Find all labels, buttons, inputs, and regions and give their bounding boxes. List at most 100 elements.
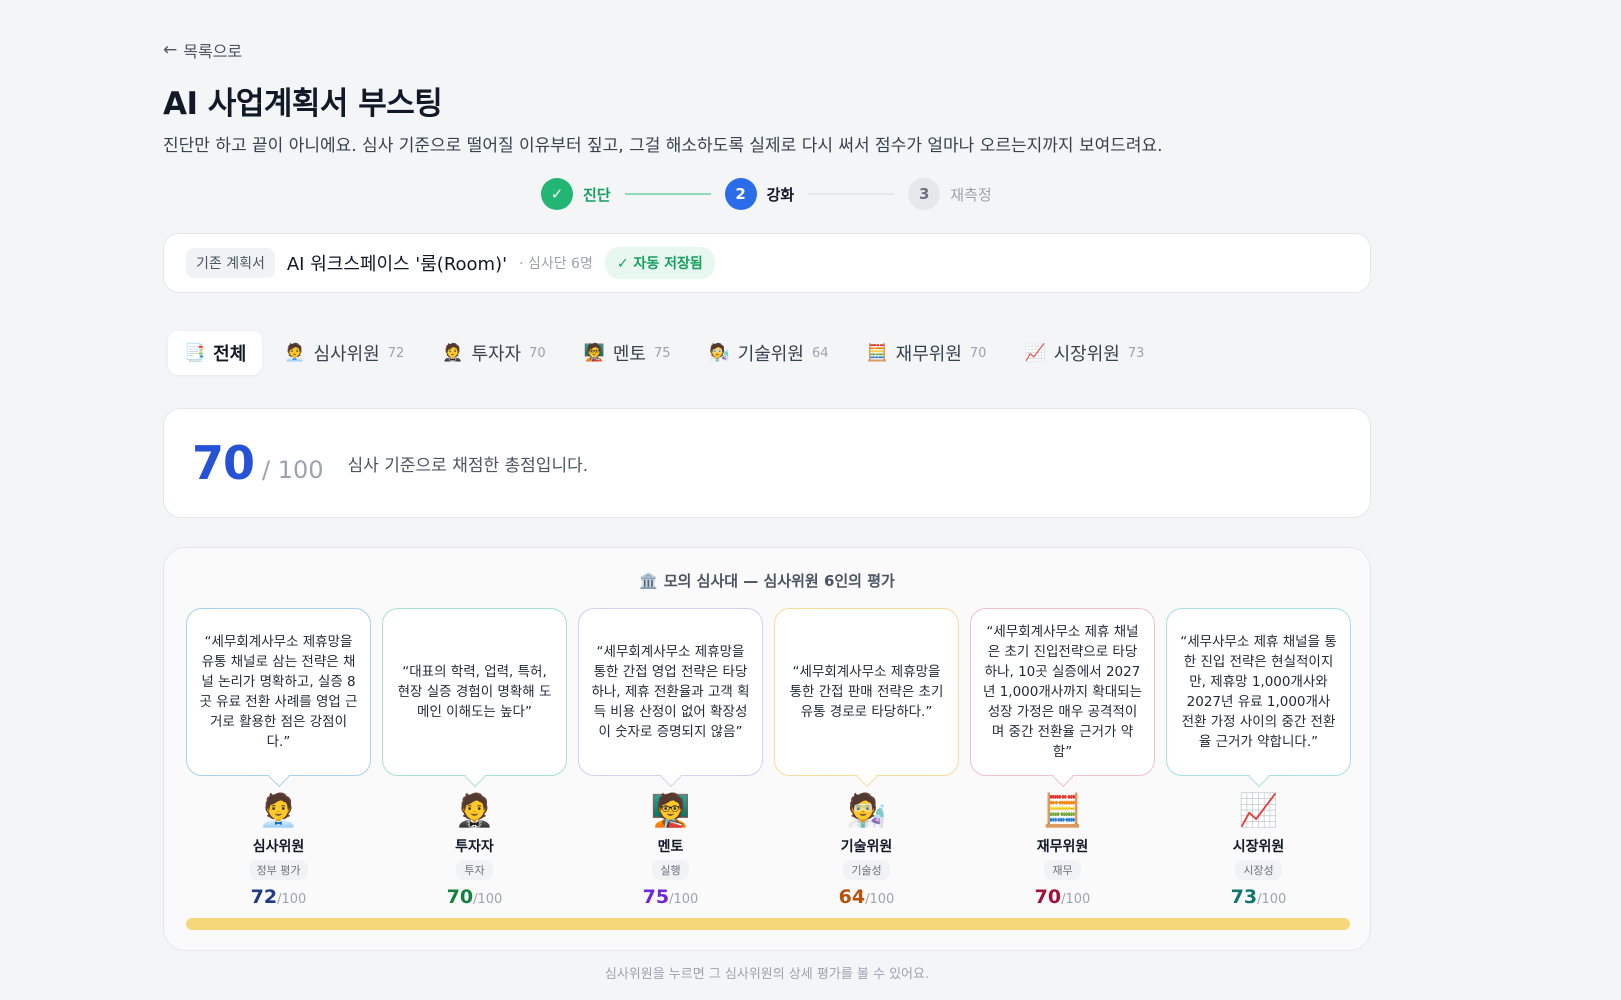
judge-role-badge: 투자 — [456, 860, 493, 880]
judge-avatar-icon: 🧑‍💼 — [258, 791, 299, 829]
tab-score: 70 — [529, 345, 546, 361]
chart-up-icon: 📈 — [1024, 343, 1046, 363]
page-description: 진단만 하고 끝이 아니에요. 심사 기준으로 떨어질 이유부터 짚고, 그걸 … — [163, 136, 1163, 156]
total-score: 70 — [192, 436, 255, 490]
step-remeasure[interactable]: 3 재측정 — [908, 178, 992, 210]
tab-investor[interactable]: 🤵 투자자 70 — [426, 331, 561, 375]
score-total: / 100 — [262, 456, 324, 484]
autosave-badge: ✓ 자동 저장됨 — [604, 247, 715, 279]
judge-score-max: /100 — [1061, 892, 1091, 907]
judge-card[interactable]: “대표의 학력, 업력, 특허, 현장 실증 경험이 명확해 도메인 이해도는 … — [382, 608, 567, 908]
judge-role-badge: 기술성 — [843, 860, 890, 880]
step-label: 재측정 — [950, 185, 992, 204]
footnote: 심사위원을 누르면 그 심사위원의 상세 평가를 볼 수 있어요. — [604, 967, 930, 982]
stepper: ✓ 진단 2 강화 3 재측정 — [541, 177, 992, 211]
judge-quote: “대표의 학력, 업력, 특허, 현장 실증 경험이 명확해 도메인 이해도는 … — [382, 608, 567, 776]
step-label: 강화 — [766, 185, 795, 204]
tab-market[interactable]: 📈 시장위원 73 — [1008, 331, 1160, 375]
judge-card[interactable]: “세무회계사무소 제휴망을 통한 간접 영업 전략은 타당하나, 제휴 전환율과… — [578, 608, 763, 908]
back-link[interactable]: ← 목록으로 — [163, 38, 242, 62]
judge-score-value: 73 — [1230, 886, 1258, 908]
tab-score: 75 — [653, 345, 671, 361]
judge-name: 재무위원 — [1036, 839, 1089, 855]
panel-progress-bar — [186, 918, 1350, 930]
judge-avatar-icon: 🧮 — [1042, 791, 1083, 829]
judge-quote: “세무회계사무소 제휴망을 유통 채널로 삼는 전략은 채널 논리가 명확하고,… — [186, 608, 371, 776]
tab-label: 재무위원 — [895, 344, 962, 365]
judge-name: 멘토 — [657, 839, 684, 855]
step-number: 2 — [724, 178, 757, 210]
judge-quote: “세무회계사무소 제휴망을 통한 간접 영업 전략은 타당하나, 제휴 전환율과… — [578, 608, 763, 776]
tab-label: 시장위원 — [1053, 344, 1120, 365]
tab-judge[interactable]: 🧑‍💼 심사위원 72 — [268, 331, 420, 375]
step-enhance[interactable]: 2 강화 — [724, 178, 795, 210]
panel-title-text: 모의 심사대 — 심사위원 6인의 평가 — [663, 572, 895, 590]
total-score-card: 70 / 100 심사 기준으로 채점한 총점입니다. — [163, 408, 1371, 518]
mentor-icon: 🧑‍🏫 — [583, 343, 605, 363]
plan-card: 기존 계획서 AI 워크스페이스 '룸(Room)' · 심사단 6명 ✓ 자동… — [163, 233, 1371, 293]
judge-score: 75/100 — [578, 886, 763, 908]
judge-name: 시장위원 — [1232, 839, 1285, 855]
judge-card[interactable]: “세무회계사무소 제휴망을 유통 채널로 삼는 전략은 채널 논리가 명확하고,… — [186, 608, 371, 908]
judge-role-badge: 시장성 — [1235, 860, 1282, 880]
judge-card[interactable]: “세무사무소 제휴 채널을 통한 진입 전략은 현실적이지만, 제휴망 1,00… — [1166, 608, 1351, 908]
plan-tag: 기존 계획서 — [186, 248, 275, 278]
judge-score-max: /100 — [669, 892, 699, 907]
judge-score-value: 70 — [1034, 886, 1062, 908]
panel-title: 🏛️ 모의 심사대 — 심사위원 6인의 평가 — [164, 570, 1370, 591]
judge-avatar-icon: 🧑‍🔬 — [846, 791, 887, 829]
step-connector — [808, 193, 895, 195]
judge-score: 70/100 — [382, 886, 567, 908]
step-connector — [624, 193, 711, 195]
judge-name: 심사위원 — [252, 839, 305, 855]
investor-icon: 🤵 — [442, 343, 464, 363]
judge-score-max: /100 — [865, 892, 895, 907]
abacus-icon: 🧮 — [866, 343, 888, 363]
back-link-label: 목록으로 — [183, 42, 243, 61]
mock-panel: 🏛️ 모의 심사대 — 심사위원 6인의 평가 “세무회계사무소 제휴망을 유통 … — [163, 547, 1371, 951]
judge-list: “세무회계사무소 제휴망을 유통 채널로 삼는 전략은 채널 논리가 명확하고,… — [186, 608, 1351, 908]
tab-score: 64 — [811, 345, 829, 361]
panel-progress-fill — [186, 918, 1350, 930]
step-number: 3 — [908, 178, 941, 210]
tab-label: 투자자 — [471, 344, 522, 365]
judge-score-value: 75 — [642, 886, 670, 908]
judge-avatar-icon: 🧑‍🏫 — [650, 791, 691, 829]
tab-label: 기술위원 — [737, 344, 804, 365]
judge-role-badge: 재무 — [1044, 860, 1081, 880]
tab-tech[interactable]: 🧑‍🔬 기술위원 64 — [693, 331, 845, 375]
judge-score: 72/100 — [186, 886, 371, 908]
tab-score: 70 — [969, 345, 987, 361]
judge-score-value: 72 — [250, 886, 278, 908]
judge-quote: “세무회계사무소 제휴망을 통한 간접 판매 전략은 초기 유통 경로로 타당하… — [774, 608, 959, 776]
evaluator-tabs: 📑 전체 🧑‍💼 심사위원 72 🤵 투자자 70 🧑‍🏫 멘토 75 🧑‍🔬 … — [168, 331, 1160, 375]
judge-role-badge: 정부 평가 — [248, 860, 309, 880]
tab-label: 심사위원 — [313, 344, 380, 365]
judge-name: 기술위원 — [840, 839, 893, 855]
tab-score: 72 — [387, 345, 405, 361]
judge-role-badge: 실행 — [652, 860, 689, 880]
judge-score-max: /100 — [473, 892, 503, 907]
judge-avatar-icon: 🤵 — [454, 791, 495, 829]
tab-label: 멘토 — [612, 344, 646, 365]
judge-quote: “세무사무소 제휴 채널을 통한 진입 전략은 현실적이지만, 제휴망 1,00… — [1166, 608, 1351, 776]
plan-meta: · 심사단 6명 — [519, 256, 593, 272]
judge-card[interactable]: “세무회계사무소 제휴망을 통한 간접 판매 전략은 초기 유통 경로로 타당하… — [774, 608, 959, 908]
judge-name: 투자자 — [455, 839, 494, 855]
score-description: 심사 기준으로 채점한 총점입니다. — [347, 455, 589, 476]
judge-score-value: 70 — [446, 886, 474, 908]
building-icon: 🏛️ — [639, 572, 658, 590]
tab-all[interactable]: 📑 전체 — [168, 331, 263, 375]
judge-score-max: /100 — [1257, 892, 1287, 907]
judge-score: 64/100 — [774, 886, 959, 908]
judge-quote: “세무회계사무소 제휴 채널은 초기 진입전략으로 타당하나, 10곳 실증에서… — [970, 608, 1155, 776]
judge-avatar-icon: 📈 — [1238, 791, 1279, 829]
step-check-icon: ✓ — [541, 178, 573, 210]
judge-card[interactable]: “세무회계사무소 제휴 채널은 초기 진입전략으로 타당하나, 10곳 실증에서… — [970, 608, 1155, 908]
tab-score: 73 — [1127, 345, 1145, 361]
document-icon: 📑 — [184, 343, 206, 363]
tab-finance[interactable]: 🧮 재무위원 70 — [850, 331, 1002, 375]
tab-mentor[interactable]: 🧑‍🏫 멘토 75 — [568, 331, 687, 375]
step-diagnose[interactable]: ✓ 진단 — [541, 178, 611, 210]
judge-icon: 🧑‍💼 — [284, 343, 306, 363]
